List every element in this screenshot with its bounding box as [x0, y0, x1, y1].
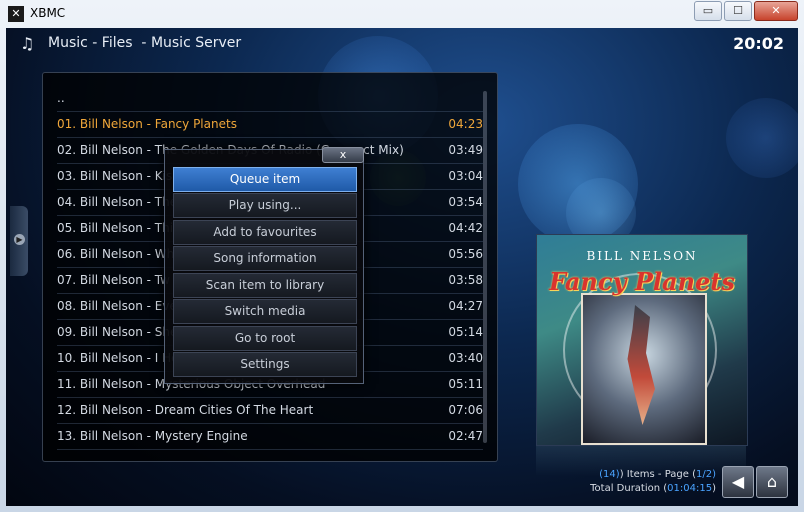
duration-label: Total Duration (: [590, 483, 668, 494]
music-icon: ♫: [20, 34, 35, 53]
list-item-parent[interactable]: ..: [57, 85, 483, 112]
breadcrumb-view: Files: [101, 35, 133, 51]
menu-close-button[interactable]: x: [322, 147, 364, 163]
bokeh-bubble: [726, 98, 798, 178]
list-item-title: ..: [57, 91, 65, 105]
menu-item-add-favourites[interactable]: Add to favourites: [173, 220, 357, 245]
total-duration: 01:04:15: [667, 483, 713, 494]
clock: 20:02: [733, 34, 784, 53]
list-item-title: 08. Bill Nelson - Eve: [57, 299, 177, 313]
maximize-button[interactable]: ☐: [724, 1, 752, 21]
list-item-duration: 04:27: [448, 299, 483, 313]
home-icon: ⌂: [766, 472, 778, 491]
paren-close: ): [712, 483, 716, 494]
window-title: XBMC: [30, 6, 66, 20]
breadcrumb-source: Music Server: [150, 35, 242, 51]
side-menu-tab[interactable]: ▶: [10, 206, 28, 276]
duration-line: Total Duration (01:04:15): [590, 482, 716, 496]
page-indicator: 1/2: [696, 469, 713, 480]
list-item-duration: 03:40: [448, 351, 483, 365]
back-button[interactable]: ◀: [722, 466, 754, 498]
item-count-line: (14)) Items - Page (1/2): [590, 468, 716, 482]
breadcrumb-separator: -: [87, 35, 102, 51]
album-cover: BILL NELSON Fancy Planets: [536, 234, 748, 446]
xbmc-client-area: ♫ Music - Files - Music Server 20:02 ▶ .…: [6, 28, 798, 506]
list-item-duration: 04:23: [448, 117, 483, 131]
breadcrumb: Music - Files - Music Server: [48, 35, 241, 51]
list-item[interactable]: 13. Bill Nelson - Mystery Engine 02:47: [57, 423, 483, 450]
items-label: ) Items - Page (: [619, 469, 696, 480]
list-item-duration: 04:42: [448, 221, 483, 235]
menu-item-settings[interactable]: Settings: [173, 352, 357, 377]
list-item-title: 12. Bill Nelson - Dream Cities Of The He…: [57, 403, 314, 417]
list-item[interactable]: 01. Bill Nelson - Fancy Planets 04:23: [57, 111, 483, 138]
menu-item-scan-library[interactable]: Scan item to library: [173, 273, 357, 298]
cover-artist: BILL NELSON: [586, 249, 698, 263]
menu-item-play-using[interactable]: Play using...: [173, 193, 357, 218]
xbmc-logo-icon: ✕: [8, 6, 24, 22]
list-item-duration: 05:11: [448, 377, 483, 391]
header-bar: ♫ Music - Files - Music Server 20:02: [6, 28, 798, 60]
window-controls: ▭ ☐ ✕: [692, 1, 798, 21]
list-item-title: 10. Bill Nelson - I He: [57, 351, 179, 365]
list-item-title: 06. Bill Nelson - Wh: [57, 247, 175, 261]
footer-info: (14)) Items - Page (1/2) Total Duration …: [590, 468, 716, 496]
list-item-title: 09. Bill Nelson - She: [57, 325, 178, 339]
paren-close: ): [712, 469, 716, 480]
back-arrow-icon: ◀: [731, 472, 745, 491]
title-bar[interactable]: ✕ XBMC ▭ ☐ ✕: [0, 0, 804, 28]
breadcrumb-separator: -: [132, 35, 151, 51]
list-item-duration: 03:54: [448, 195, 483, 209]
list-item-duration: 03:04: [448, 169, 483, 183]
list-item-title: 05. Bill Nelson - Thi: [57, 221, 174, 235]
list-item-title: 01. Bill Nelson - Fancy Planets: [57, 117, 237, 131]
list-item-title: 03. Bill Nelson - Kis: [57, 169, 173, 183]
list-item-duration: 07:06: [448, 403, 483, 417]
close-button[interactable]: ✕: [754, 1, 798, 21]
list-item-title: 07. Bill Nelson - Tw: [57, 273, 170, 287]
menu-item-queue[interactable]: Queue item: [173, 167, 357, 192]
app-window: ✕ XBMC ▭ ☐ ✕ ♫ Music - Files - Music Ser…: [0, 0, 804, 512]
cover-album-title: Fancy Planets: [549, 267, 735, 296]
list-item-duration: 03:58: [448, 273, 483, 287]
chevron-right-icon: ▶: [14, 234, 25, 245]
minimize-button[interactable]: ▭: [694, 1, 722, 21]
list-scrollbar[interactable]: [483, 91, 487, 443]
context-menu: Queue item Play using... Add to favourit…: [164, 149, 364, 384]
list-item-duration: 03:49: [448, 143, 483, 157]
list-item-title: 04. Bill Nelson - The: [57, 195, 178, 209]
list-item-duration: 05:14: [448, 325, 483, 339]
list-item-title: 13. Bill Nelson - Mystery Engine: [57, 429, 248, 443]
menu-item-switch-media[interactable]: Switch media: [173, 299, 357, 324]
list-item-duration: 02:47: [448, 429, 483, 443]
item-count: 14: [603, 469, 616, 480]
menu-item-song-info[interactable]: Song information: [173, 246, 357, 271]
list-item-duration: 05:56: [448, 247, 483, 261]
list-item[interactable]: 12. Bill Nelson - Dream Cities Of The He…: [57, 397, 483, 424]
breadcrumb-section: Music: [48, 35, 88, 51]
home-button[interactable]: ⌂: [756, 466, 788, 498]
menu-item-go-to-root[interactable]: Go to root: [173, 326, 357, 351]
